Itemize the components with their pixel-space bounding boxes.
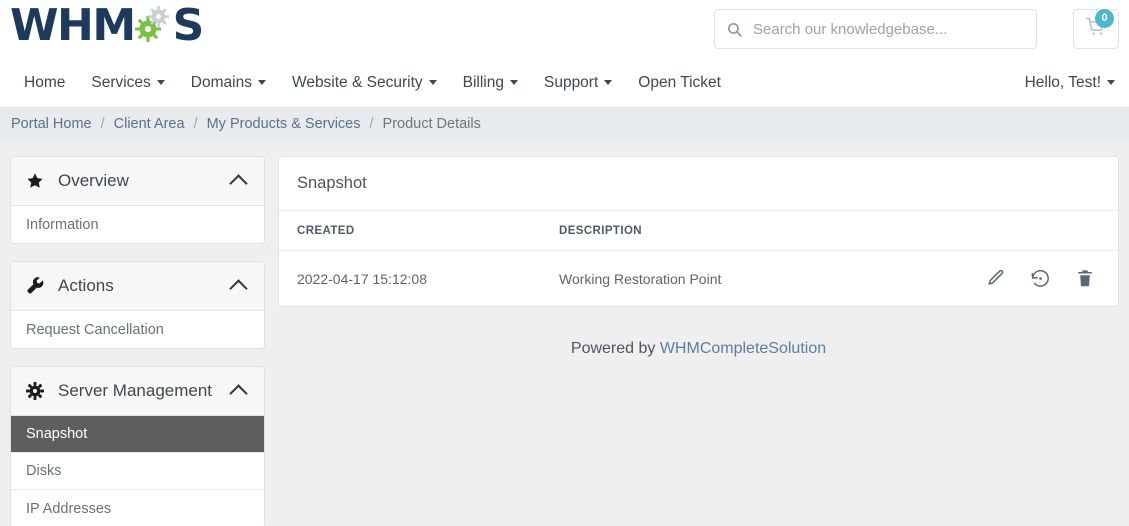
cart-count-badge: 0 [1095,8,1114,28]
chevron-down-icon [1107,80,1115,85]
shopping-cart-button[interactable]: 0 [1073,8,1119,49]
restore-icon[interactable] [1030,268,1051,289]
sidebar-panel-actions-header[interactable]: Actions [11,262,264,311]
nav-label: Support [543,73,599,91]
sidebar-item-label: IP Addresses [26,500,112,517]
chevron-up-icon[interactable] [229,173,248,193]
cell-description: Working Restoration Point [559,270,722,287]
chevron-down-icon [509,80,518,85]
chevron-down-icon [604,80,613,85]
gray-gear-icon [147,6,169,27]
sidebar-item-label: Disks [26,463,62,479]
sidebar-item-label: Snapshot [26,426,88,442]
search-input[interactable] [753,10,1036,48]
sidebar-panel-title: Overview [58,171,129,190]
site-header: WHM S Search our knowledgebase... 0 [0,0,1129,58]
sidebar-item-information[interactable]: Information [11,206,264,243]
cell-created: 2022-04-17 15:12:08 [297,270,427,287]
column-header-created: CREATED [279,211,541,251]
table-header-row: CREATED DESCRIPTION [279,211,1118,251]
nav-label: Home [24,73,66,91]
nav-item-website-security[interactable]: Website & Security [279,58,450,108]
breadcrumb-separator: / [369,116,374,132]
breadcrumb: Portal Home / Client Area / My Products … [0,108,1129,140]
sidebar-panel-overview: Overview Information [10,156,265,244]
powered-by-text: Powered by [570,340,660,357]
table-body: 2022-04-17 15:12:08 Working Restoration … [279,251,1118,307]
nav-label: Billing [462,73,504,91]
breadcrumb-separator: / [193,116,198,132]
sidebar: Overview Information Actions Request Can… [10,156,265,526]
logo-gears [134,4,173,48]
nav-item-support[interactable]: Support [531,58,625,108]
sidebar-item-ip-addresses[interactable]: IP Addresses [11,490,264,526]
main-navigation: Home Services Domains Website & Security… [0,58,1129,108]
sidebar-item-disks[interactable]: Disks [11,453,264,490]
nav-label: Website & Security [291,73,423,91]
sidebar-item-label: Information [26,216,99,233]
nav-item-open-ticket[interactable]: Open Ticket [625,58,734,108]
search-icon [715,21,753,38]
row-action-buttons [888,268,1100,289]
sidebar-panel-title: Actions [58,276,114,295]
cell-actions [870,251,1118,307]
column-header-description: DESCRIPTION [541,211,870,251]
nav-label: Services [91,73,151,91]
main-content: Snapshot CREATED DESCRIPTION 2022-04-17 … [278,156,1119,358]
star-icon [26,172,49,190]
sidebar-panel-server-management-header[interactable]: Server Management [11,367,264,416]
card-title: Snapshot [279,157,1118,211]
nav-item-billing[interactable]: Billing [450,58,531,108]
sidebar-panel-server-management: Server Management Snapshot Disks IP Addr… [10,366,265,526]
sidebar-panel-actions: Actions Request Cancellation [10,261,265,349]
sidebar-item-request-cancellation[interactable]: Request Cancellation [11,311,264,348]
sidebar-panel-overview-header[interactable]: Overview [11,157,264,206]
table-row: 2022-04-17 15:12:08 Working Restoration … [279,251,1118,307]
nav-item-home[interactable]: Home [10,58,78,108]
snapshot-table: CREATED DESCRIPTION 2022-04-17 15:12:08 … [279,211,1118,306]
table-head: CREATED DESCRIPTION [279,211,1118,251]
breadcrumb-item-my-products-services[interactable]: My Products & Services [207,116,361,132]
chevron-down-icon [428,80,437,85]
column-header-actions [869,211,1118,251]
breadcrumb-separator: / [100,116,105,132]
whmcs-footer-link[interactable]: WHMCompleteSolution [660,340,826,357]
sidebar-item-label: Request Cancellation [26,321,164,338]
chevron-down-icon [257,80,266,85]
page-body: Overview Information Actions Request Can… [0,140,1129,526]
breadcrumb-item-product-details: Product Details [382,116,481,132]
nav-item-services[interactable]: Services [78,58,177,108]
sidebar-item-snapshot[interactable]: Snapshot [11,416,264,453]
account-menu[interactable]: Hello, Test! [1025,74,1115,92]
nav-label: Domains [190,73,252,91]
breadcrumb-item-portal-home[interactable]: Portal Home [11,116,92,132]
logo-text-whm: WHM [10,0,136,51]
nav-label: Open Ticket [638,73,721,91]
cart-inner: 0 [1085,8,1114,42]
chevron-down-icon [156,80,165,85]
breadcrumb-item-client-area[interactable]: Client Area [114,116,185,132]
wrench-icon [26,277,49,295]
snapshot-card: Snapshot CREATED DESCRIPTION 2022-04-17 … [278,156,1119,307]
delete-icon[interactable] [1076,269,1094,288]
gear-icon [26,382,49,400]
nav-item-domains[interactable]: Domains [178,58,279,108]
whmcs-logo[interactable]: WHM S [10,0,205,51]
edit-icon[interactable] [986,269,1005,288]
knowledgebase-search[interactable] [714,9,1037,49]
chevron-up-icon[interactable] [229,278,248,298]
footer: Powered by WHMCompleteSolution [278,307,1119,358]
sidebar-panel-title: Server Management [58,381,213,400]
chevron-up-icon[interactable] [229,383,248,403]
account-label: Hello, Test! [1024,73,1101,91]
logo-text-s: S [172,0,205,51]
